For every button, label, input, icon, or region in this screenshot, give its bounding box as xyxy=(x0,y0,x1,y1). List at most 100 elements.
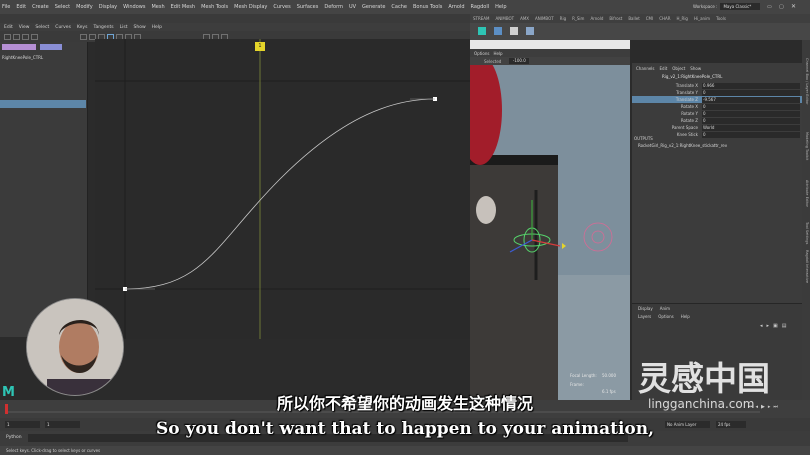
output-node[interactable]: RocketGirl_Rig_v2_1:RightKnee_stickattr_… xyxy=(638,143,727,148)
side-tab[interactable]: Modeling Toolkit xyxy=(803,132,809,160)
attribute-value[interactable]: 0.966 xyxy=(702,82,800,89)
new-layer-selected-icon[interactable]: ▤ xyxy=(782,323,787,329)
attribute-value[interactable]: 0 xyxy=(702,110,800,117)
channel-attribute-row[interactable]: Rotate X 0 xyxy=(632,103,802,110)
shelf-tab[interactable]: Arnold xyxy=(590,16,603,21)
menu-item-file[interactable]: File xyxy=(2,4,10,10)
channel-box-node-name[interactable]: Rig_v2_1:RightKneePole_CTRL xyxy=(662,74,722,79)
new-layer-icon[interactable]: ▣ xyxy=(773,323,778,329)
layer-tab-display[interactable]: Display xyxy=(638,306,653,311)
channel-box-tab[interactable]: Object xyxy=(672,66,685,71)
menu-item-edit-mesh[interactable]: Edit Mesh xyxy=(171,4,195,10)
layer-tab-anim[interactable]: Anim xyxy=(660,306,670,311)
channel-attribute-row[interactable]: Translate Z -9.567 xyxy=(632,96,802,103)
menu-item-uv[interactable]: UV xyxy=(349,4,356,10)
layer-menu-layers[interactable]: Layers xyxy=(638,314,651,319)
channel-box-tab[interactable]: Channels xyxy=(636,66,655,71)
insert-key-icon[interactable] xyxy=(13,33,20,40)
graph-menu-edit[interactable]: Edit xyxy=(4,25,13,30)
shelf-tab[interactable]: AMX xyxy=(520,16,529,21)
graph-menu-view[interactable]: View xyxy=(19,25,30,30)
channel-box-tab[interactable]: Show xyxy=(690,66,701,71)
lattice-tool-icon[interactable] xyxy=(22,33,29,40)
shelf-tab[interactable]: Tools xyxy=(716,16,726,21)
menu-item-arnold[interactable]: Arnold xyxy=(448,4,464,10)
menu-item-mesh-display[interactable]: Mesh Display xyxy=(234,4,267,10)
graph-editor-canvas[interactable]: 1 xyxy=(95,39,470,339)
shelf-tab[interactable]: Hi_anim xyxy=(694,16,710,21)
graph-menu-show[interactable]: Show xyxy=(134,25,146,30)
menu-item-bonus-tools[interactable]: Bonus Tools xyxy=(413,4,442,10)
shelf-tool-icon[interactable] xyxy=(478,27,486,35)
minimize-icon[interactable]: ▭ xyxy=(767,4,772,10)
shelf-tab[interactable]: Bifrost xyxy=(609,16,622,21)
channel-attribute-row[interactable]: Translate Y 0 xyxy=(632,89,802,96)
menu-item-mesh[interactable]: Mesh xyxy=(151,4,164,10)
layer-menu-help[interactable]: Help xyxy=(681,314,690,319)
layer-move-down-icon[interactable]: ▸ xyxy=(767,323,770,329)
menu-item-edit[interactable]: Edit xyxy=(16,4,26,10)
attribute-value[interactable]: 0 xyxy=(702,131,800,138)
side-tab[interactable]: Ragdoll Interactive xyxy=(803,250,809,283)
frame-all-icon[interactable] xyxy=(80,33,87,40)
viewport-menu-help[interactable]: Help xyxy=(493,51,502,56)
side-tab[interactable]: Tool Settings xyxy=(803,222,809,244)
outliner-search-field[interactable] xyxy=(40,44,62,50)
selected-value-field[interactable]: -100.0 xyxy=(509,58,530,64)
channel-attribute-row[interactable]: Rotate Z 0 xyxy=(632,117,802,124)
shelf-tool-icon[interactable] xyxy=(526,27,534,35)
current-frame-marker[interactable]: 1 xyxy=(255,42,265,51)
workspace-dropdown[interactable]: Maya Classic* xyxy=(720,3,761,10)
side-tab[interactable]: Attribute Editor xyxy=(803,180,809,207)
menu-item-ragdoll[interactable]: Ragdoll xyxy=(471,4,490,10)
graph-menu-tangents[interactable]: Tangents xyxy=(93,25,113,30)
side-tab[interactable]: Channel Box / Layer Editor xyxy=(803,58,809,105)
shelf-tab[interactable]: Rig xyxy=(560,16,566,21)
shelf-tool-icon[interactable] xyxy=(510,27,518,35)
menu-item-mesh-tools[interactable]: Mesh Tools xyxy=(201,4,228,10)
outliner-node-item[interactable]: RightKneePole_CTRL xyxy=(2,54,86,62)
attribute-value[interactable]: 0 xyxy=(702,103,800,110)
attribute-value[interactable]: World xyxy=(702,124,800,131)
menu-item-modify[interactable]: Modify xyxy=(76,4,93,10)
channel-box-tab[interactable]: Edit xyxy=(660,66,668,71)
attribute-value[interactable]: 0 xyxy=(702,89,800,96)
attribute-value[interactable]: -9.567 xyxy=(702,96,800,103)
shelf-tool-icon[interactable] xyxy=(494,27,502,35)
viewport-menu-options[interactable]: Options xyxy=(474,51,489,56)
maximize-icon[interactable]: ▢ xyxy=(779,4,784,10)
channel-attribute-row[interactable]: Knee Stick 0 xyxy=(632,131,802,138)
channel-attribute-row[interactable]: Rotate Y 0 xyxy=(632,110,802,117)
workspace-selector[interactable]: Workspace : Maya Classic* xyxy=(693,3,761,10)
layer-menu-options[interactable]: Options xyxy=(658,314,673,319)
graph-menu-curves[interactable]: Curves xyxy=(55,25,71,30)
outliner-filter-field[interactable] xyxy=(2,44,36,50)
shelf-tab[interactable]: ANIMBOT xyxy=(495,16,514,21)
graph-menu-list[interactable]: List xyxy=(120,25,128,30)
key-tool-icon[interactable] xyxy=(4,33,11,40)
shelf-tab[interactable]: CMI xyxy=(646,16,653,21)
menu-item-help[interactable]: Help xyxy=(495,4,506,10)
outliner-selected-row[interactable] xyxy=(0,100,86,108)
graph-menu-help[interactable]: Help xyxy=(152,25,162,30)
menu-item-generate[interactable]: Generate xyxy=(362,4,385,10)
menu-item-create[interactable]: Create xyxy=(32,4,49,10)
shelf-tab[interactable]: Ballet xyxy=(628,16,639,21)
menu-item-select[interactable]: Select xyxy=(55,4,70,10)
shelf-tab[interactable]: R_Sim xyxy=(572,16,584,21)
layer-move-up-icon[interactable]: ◂ xyxy=(760,323,763,329)
menu-item-cache[interactable]: Cache xyxy=(391,4,407,10)
viewport-panel[interactable]: Focal Length: 50.000 Frame: 6.1 fps xyxy=(470,40,630,400)
close-icon[interactable]: ✕ xyxy=(791,3,796,10)
channel-attribute-row[interactable]: Translate X 0.966 xyxy=(632,82,802,89)
region-tool-icon[interactable] xyxy=(31,33,38,40)
graph-menu-select[interactable]: Select xyxy=(35,25,49,30)
menu-item-surfaces[interactable]: Surfaces xyxy=(297,4,319,10)
menu-item-display[interactable]: Display xyxy=(99,4,117,10)
shelf-tab[interactable]: H_Rig xyxy=(677,16,688,21)
attribute-value[interactable]: 0 xyxy=(702,117,800,124)
menu-item-windows[interactable]: Windows xyxy=(123,4,145,10)
shelf-tab[interactable]: CHAR xyxy=(659,16,670,21)
shelf-tab[interactable]: STREAM xyxy=(473,16,489,21)
menu-item-curves[interactable]: Curves xyxy=(273,4,290,10)
